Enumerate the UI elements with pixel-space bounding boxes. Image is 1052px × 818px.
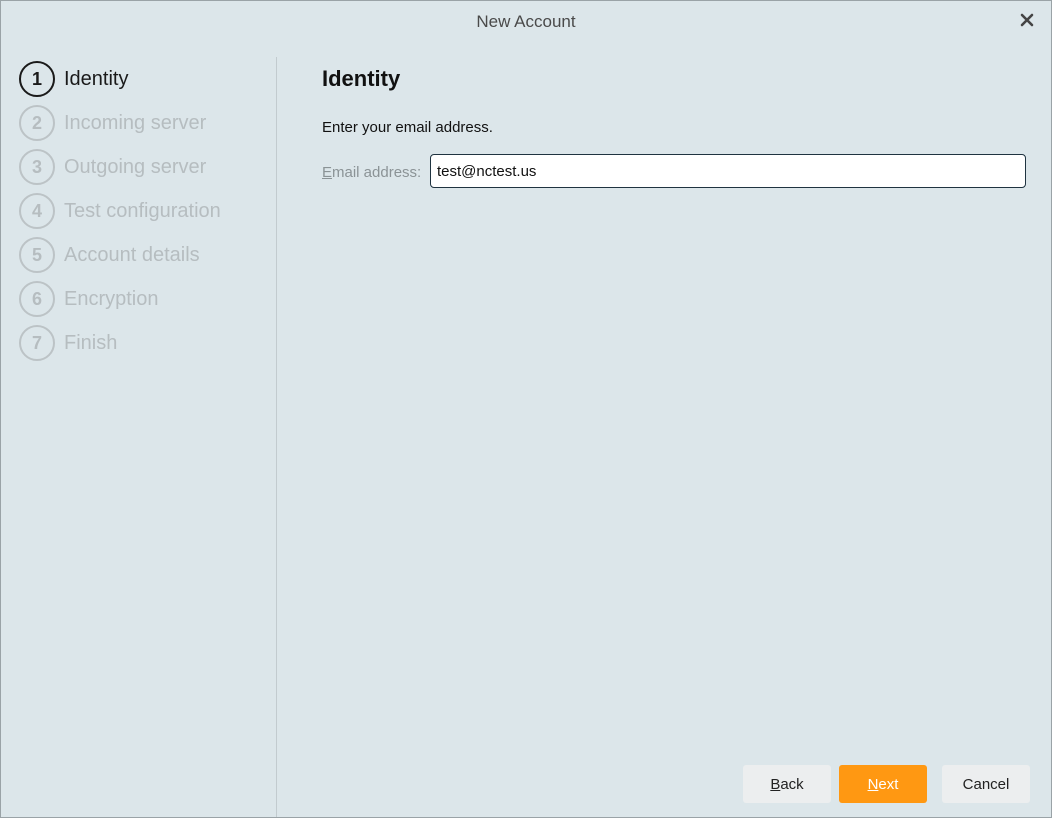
step-number: 4 — [19, 193, 55, 229]
step-outgoing-server: 3 Outgoing server — [19, 149, 206, 185]
next-mnemonic: N — [867, 775, 879, 793]
email-input[interactable] — [430, 154, 1026, 188]
step-label: Test configuration — [64, 199, 221, 222]
step-label: Outgoing server — [64, 155, 207, 178]
new-account-dialog: New Account 1 Identity 2 Incoming server… — [0, 0, 1052, 818]
email-label-text: mail address: — [332, 164, 422, 181]
window-title: New Account — [476, 12, 576, 31]
step-identity: 1 Identity — [19, 61, 128, 97]
step-test-configuration: 4 Test configuration — [19, 193, 221, 229]
page-description: Enter your email address. — [322, 119, 493, 136]
step-number: 5 — [19, 237, 55, 273]
email-label: Email address: — [322, 164, 421, 181]
step-number: 1 — [19, 61, 55, 97]
step-label: Encryption — [64, 287, 159, 310]
email-label-mnemonic: E — [322, 164, 333, 181]
back-label: ack — [780, 775, 804, 793]
step-number: 6 — [19, 281, 55, 317]
step-incoming-server: 2 Incoming server — [19, 105, 206, 141]
close-button[interactable] — [1017, 10, 1037, 30]
cancel-button[interactable]: Cancel — [942, 765, 1030, 803]
back-button[interactable]: Back — [743, 765, 831, 803]
next-label: ext — [878, 775, 899, 793]
step-number: 2 — [19, 105, 55, 141]
close-icon — [1020, 13, 1034, 27]
step-number: 3 — [19, 149, 55, 185]
step-number: 7 — [19, 325, 55, 361]
step-label: Identity — [64, 67, 129, 90]
step-encryption: 6 Encryption — [19, 281, 159, 317]
next-button[interactable]: Next — [839, 765, 927, 803]
step-finish: 7 Finish — [19, 325, 117, 361]
step-account-details: 5 Account details — [19, 237, 200, 273]
step-label: Account details — [64, 243, 200, 266]
back-mnemonic: B — [770, 775, 781, 793]
step-label: Finish — [64, 331, 118, 354]
page-title: Identity — [322, 66, 401, 91]
step-label: Incoming server — [64, 111, 207, 134]
title-bar: New Account — [1, 1, 1051, 45]
wizard-steps-sidebar: 1 Identity 2 Incoming server 3 Outgoing … — [1, 57, 277, 817]
